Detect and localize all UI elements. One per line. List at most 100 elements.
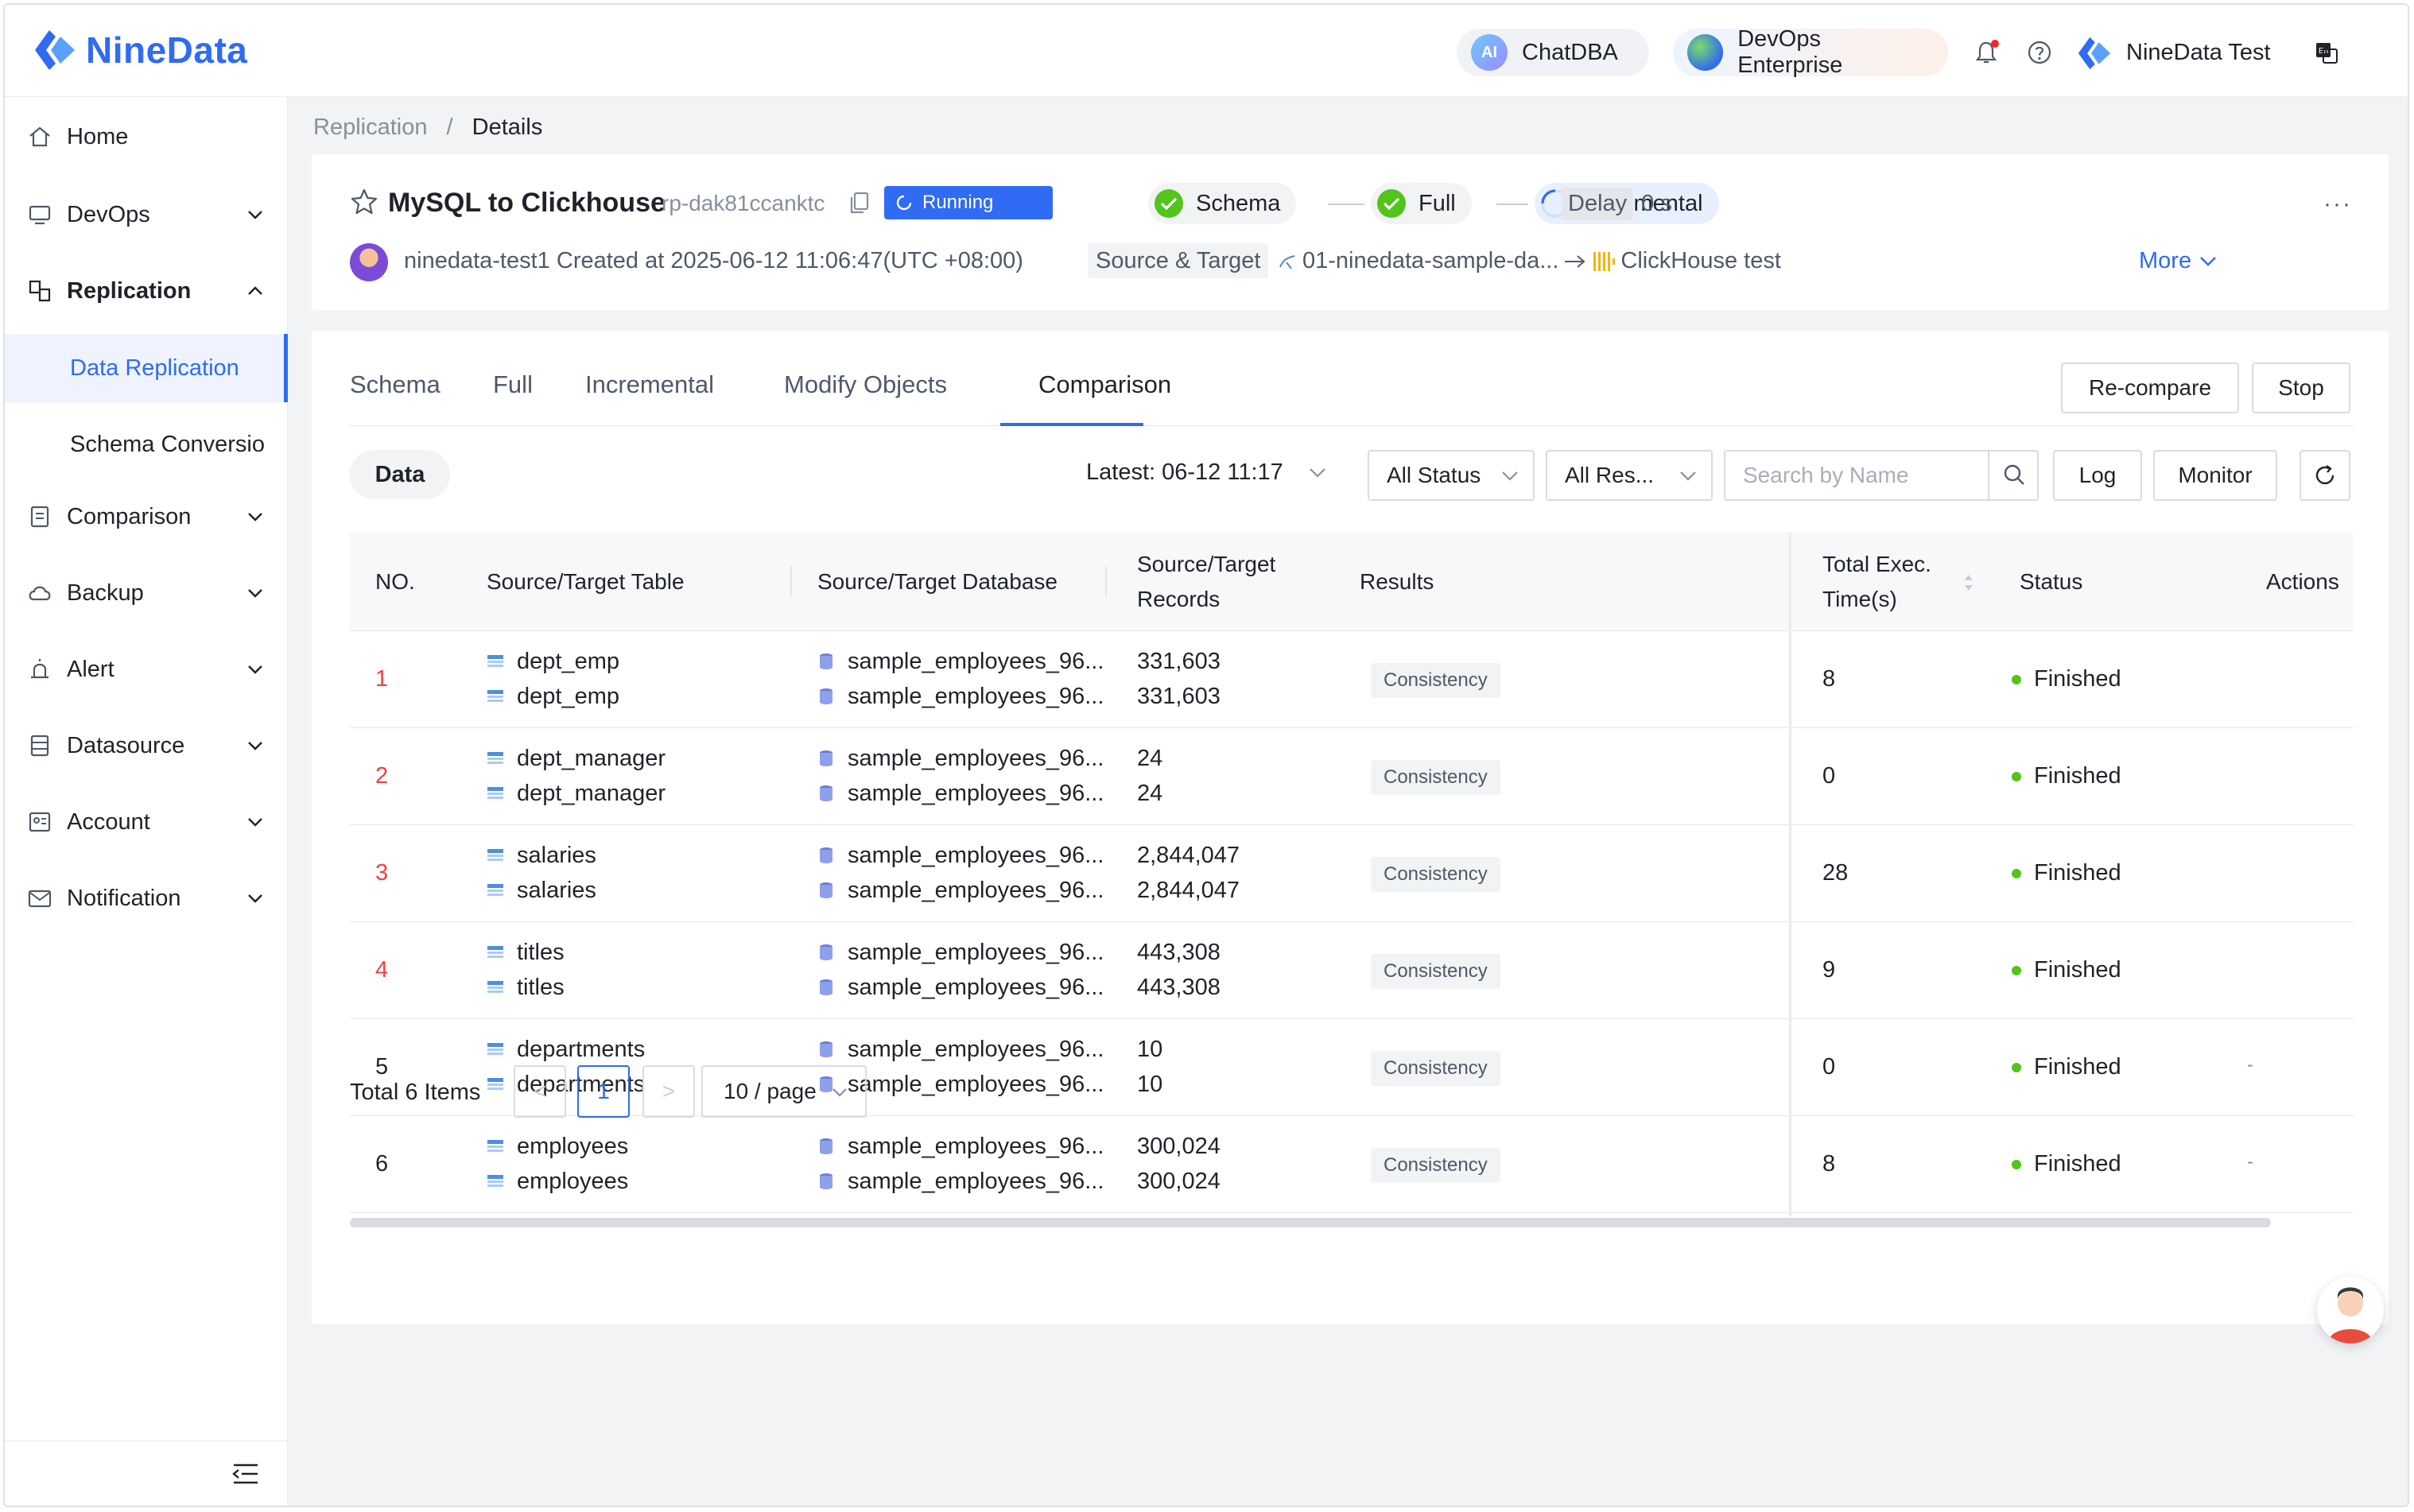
logo[interactable]: NineData	[32, 25, 247, 75]
copy-icon[interactable]	[849, 191, 870, 215]
source-table[interactable]: dept_manager	[517, 741, 666, 776]
customer-support-avatar[interactable]	[2317, 1277, 2384, 1343]
target-table[interactable]: dept_emp	[517, 679, 619, 714]
column-header-records-line2: Records	[1137, 587, 1221, 611]
database-icon	[820, 1138, 832, 1154]
help-icon[interactable]	[2027, 40, 2052, 65]
sidebar-item-replication[interactable]: Replication	[5, 254, 288, 328]
stage-full[interactable]: Full	[1371, 183, 1472, 224]
breadcrumb: Replication / Details	[313, 114, 542, 141]
pagination-page-1[interactable]: 1	[577, 1065, 630, 1118]
more-link[interactable]: More	[2139, 248, 2217, 274]
sidebar-item-data-replication[interactable]: Data Replication	[5, 334, 288, 402]
pagination-next-button[interactable]: >	[642, 1065, 695, 1118]
tab-full[interactable]: Full	[493, 370, 533, 399]
table-name-cell: titles titles	[487, 935, 565, 1005]
breadcrumb-parent[interactable]: Replication	[313, 114, 427, 140]
devops-enterprise-button[interactable]: DevOps Enterprise	[1673, 26, 1948, 78]
sidebar-item-label: Notification	[67, 885, 181, 911]
chatdba-button[interactable]: AI ChatDBA	[1457, 29, 1649, 76]
table-icon	[487, 1078, 503, 1090]
source-target-tag: Source & Target	[1088, 243, 1269, 278]
source-table[interactable]: salaries	[517, 838, 596, 873]
horizontal-scrollbar[interactable]	[350, 1218, 2271, 1227]
target-records: 10	[1137, 1072, 1163, 1097]
database-cell: sample_employees_96... sample_employees_9…	[819, 644, 1104, 714]
table-row[interactable]: 6 employees employees sample_employees_96..…	[350, 1116, 2354, 1213]
target-table[interactable]: titles	[517, 970, 565, 1005]
status-filter-select[interactable]: All Status	[1368, 450, 1535, 501]
sidebar-item-alert[interactable]: Alert	[5, 633, 288, 706]
sidebar-item-label: Replication	[67, 277, 192, 304]
table-icon	[487, 849, 503, 861]
sidebar-item-account[interactable]: Account	[5, 785, 288, 859]
refresh-button[interactable]	[2300, 450, 2350, 501]
tab-incremental[interactable]: Incremental	[585, 370, 714, 399]
recompare-button[interactable]: Re-compare	[2061, 362, 2239, 413]
sidebar-item-notification[interactable]: Notification	[5, 862, 288, 935]
pagination-prev-button[interactable]: <	[514, 1065, 566, 1118]
table-row[interactable]: 4 titles titles sample_employees_96... sampl…	[350, 922, 2354, 1019]
search-input[interactable]	[1725, 452, 1991, 499]
row-number: 6	[375, 1151, 389, 1177]
alert-icon	[31, 659, 49, 679]
target-table[interactable]: employees	[517, 1164, 628, 1199]
log-button[interactable]: Log	[2053, 450, 2142, 501]
stage-schema[interactable]: Schema	[1148, 183, 1297, 224]
target-name[interactable]: ClickHouse test	[1620, 248, 1780, 274]
chevron-down-icon	[1309, 467, 1325, 478]
latest-run-select[interactable]: Latest: 06-12 11:17	[1086, 459, 1326, 486]
row-action[interactable]: -	[2247, 1151, 2253, 1173]
page-size-select[interactable]: 10 / page	[701, 1065, 867, 1118]
tab-comparison[interactable]: Comparison	[1038, 370, 1171, 399]
source-table[interactable]: employees	[517, 1129, 628, 1164]
home-icon	[29, 126, 50, 147]
source-table[interactable]: titles	[517, 935, 565, 970]
sort-icon[interactable]	[1962, 571, 1975, 595]
stage-connector	[1496, 204, 1528, 205]
sidebar-item-home[interactable]: Home	[5, 100, 288, 173]
avatar	[350, 243, 388, 281]
workspace-logo-icon[interactable]	[2075, 33, 2113, 73]
star-icon[interactable]	[350, 188, 378, 216]
sidebar-item-devops[interactable]: DevOps	[5, 178, 288, 251]
language-icon[interactable]: En	[2314, 40, 2339, 65]
status-cell: Finished	[2012, 763, 2121, 789]
database-cell: sample_employees_96... sample_employees_9…	[819, 838, 1104, 908]
target-table[interactable]: dept_manager	[517, 776, 666, 811]
mysql-icon	[1279, 254, 1295, 269]
source-name[interactable]: 01-ninedata-sample-da...	[1302, 248, 1558, 274]
target-records: 24	[1137, 781, 1163, 806]
search-button[interactable]	[1988, 452, 2037, 499]
table-row[interactable]: 1 dept_emp dept_emp sample_employees_96... s…	[350, 631, 2354, 728]
comparison-type-data[interactable]: Data	[350, 450, 450, 499]
table-row[interactable]: 2 dept_manager dept_manager sample_employee…	[350, 728, 2354, 825]
row-action[interactable]: -	[2247, 1054, 2253, 1076]
more-actions-icon[interactable]: ···	[2323, 191, 2352, 218]
column-header-table: Source/Target Table	[487, 569, 685, 594]
sidebar-collapse-button[interactable]	[5, 1440, 288, 1506]
sidebar-item-schema-conversion[interactable]: Schema Conversio	[5, 410, 288, 479]
result-filter-select[interactable]: All Res...	[1546, 450, 1713, 501]
target-table[interactable]: salaries	[517, 873, 596, 908]
search-box	[1724, 450, 2039, 501]
sidebar-item-comparison[interactable]: Comparison	[5, 480, 288, 553]
sidebar-item-backup[interactable]: Backup	[5, 556, 288, 630]
search-icon	[2004, 464, 2024, 485]
monitor-button[interactable]: Monitor	[2153, 450, 2277, 501]
stop-button[interactable]: Stop	[2252, 362, 2350, 413]
source-table[interactable]: departments	[517, 1032, 645, 1067]
source-table[interactable]: dept_emp	[517, 644, 619, 679]
tab-schema[interactable]: Schema	[350, 370, 440, 399]
sidebar-item-datasource[interactable]: Datasource	[5, 709, 288, 782]
tab-modify-objects[interactable]: Modify Objects	[784, 370, 947, 399]
user-name[interactable]: NineData Test	[2126, 40, 2271, 66]
result-badge: Consistency	[1371, 663, 1500, 698]
table-row[interactable]: 3 salaries salaries sample_employees_96... s…	[350, 825, 2354, 922]
database-icon	[820, 882, 832, 898]
account-icon	[29, 812, 51, 832]
check-circle-icon	[1377, 189, 1406, 218]
result-badge: Consistency	[1371, 857, 1500, 892]
status-cell: Finished	[2012, 1151, 2121, 1177]
column-header-exec-time[interactable]: Total Exec. Time(s)	[1822, 547, 1931, 617]
